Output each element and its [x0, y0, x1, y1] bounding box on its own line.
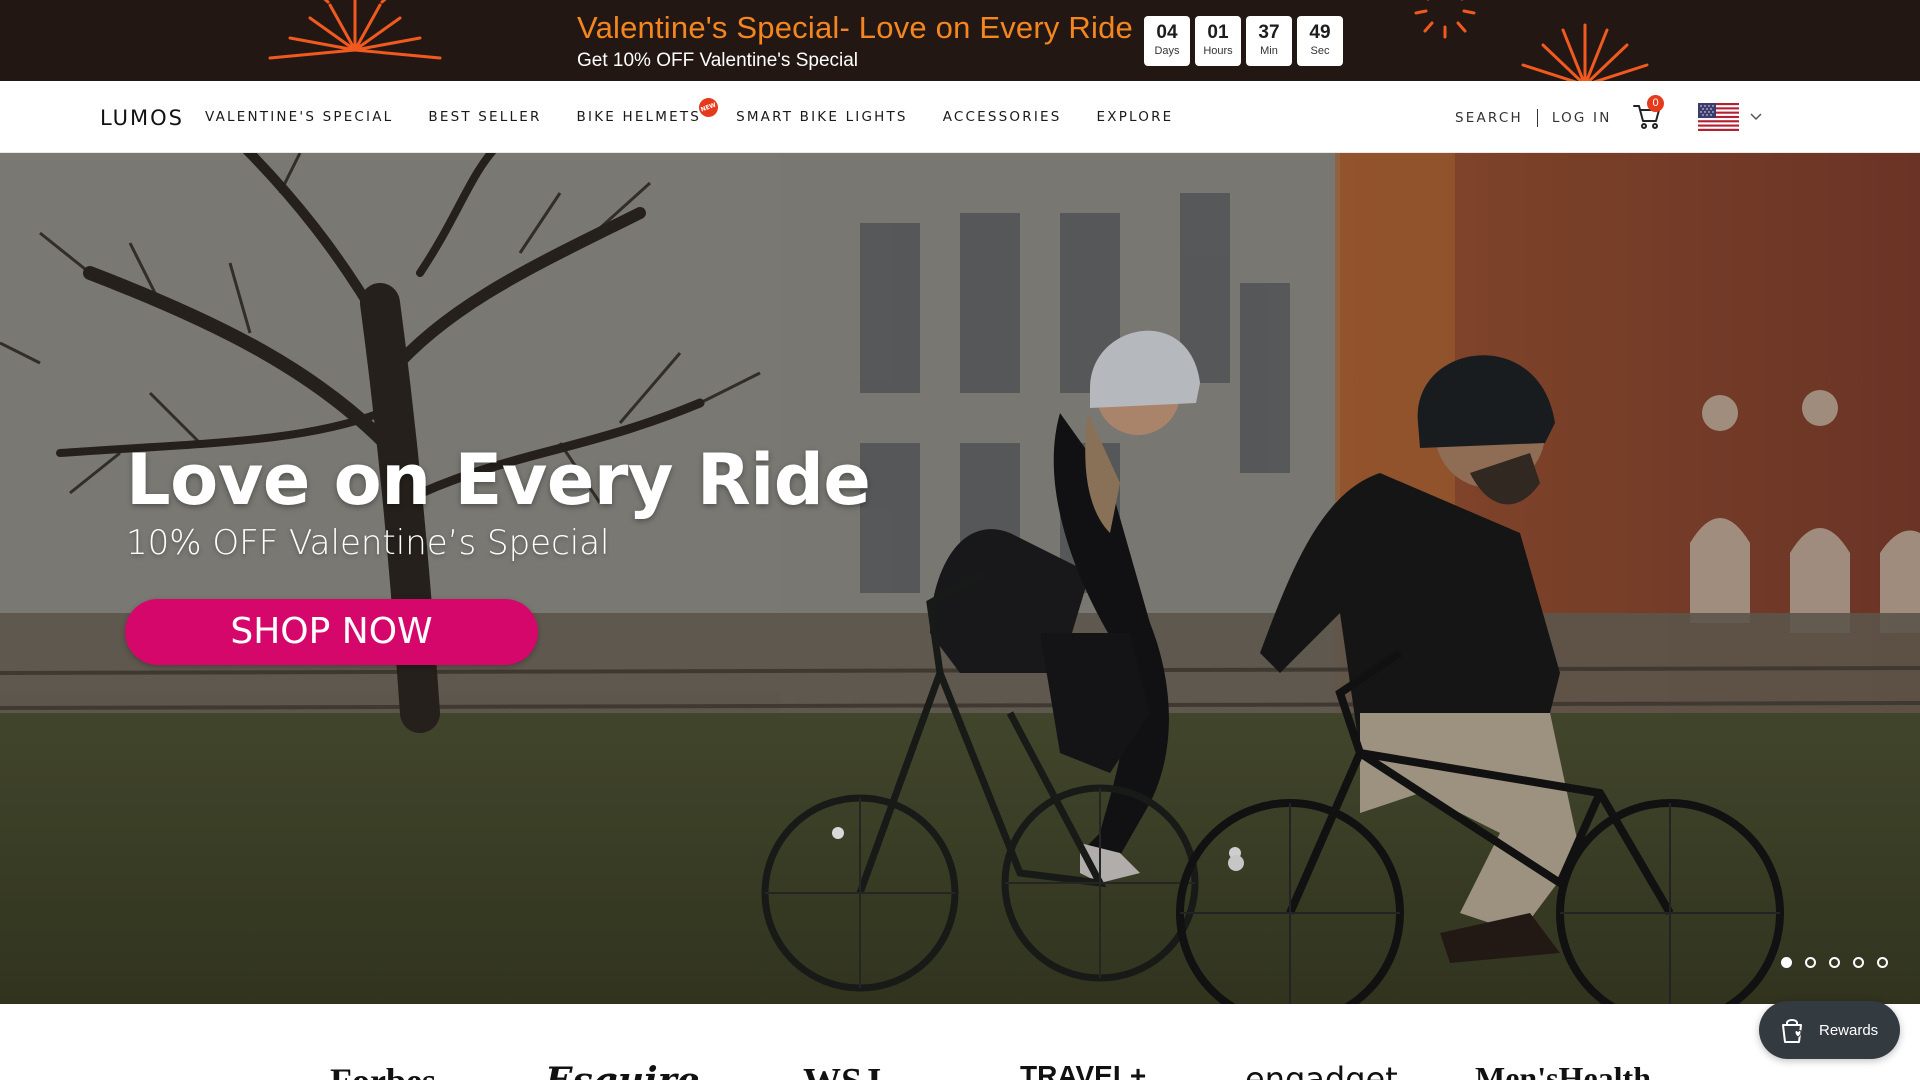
firework-left-icon: [268, 0, 442, 60]
press-logo-mens-health: Men'sHealth: [1475, 1060, 1651, 1080]
nav-accessories[interactable]: ACCESSORIES: [943, 109, 1062, 125]
nav-explore[interactable]: EXPLORE: [1097, 109, 1174, 125]
header-divider: [1536, 109, 1538, 127]
hero-subtitle: 10% OFF Valentine’s Special: [126, 523, 610, 563]
slide-dot-4[interactable]: [1853, 957, 1864, 968]
promo-subtitle[interactable]: Get 10% OFF Valentine's Special: [577, 50, 1133, 72]
rewards-label: Rewards: [1819, 1021, 1879, 1039]
countdown-seconds-unit: Sec: [1310, 45, 1330, 57]
nav-smart-bike-lights[interactable]: SMART BIKE LIGHTS: [736, 109, 908, 125]
countdown-hours: 01 Hours: [1195, 16, 1241, 66]
hero-banner[interactable]: Love on Every Ride 10% OFF Valentine’s S…: [0, 153, 1920, 1004]
firework-right-small-icon: [1414, 0, 1476, 39]
nav-best-seller[interactable]: BEST SELLER: [428, 109, 541, 125]
countdown-days-value: 04: [1156, 22, 1178, 43]
slide-dot-1[interactable]: [1781, 957, 1792, 968]
press-logo-travel-leisure: TRAVEL+: [1020, 1060, 1147, 1080]
countdown-hours-value: 01: [1207, 22, 1229, 43]
shop-now-button[interactable]: SHOP NOW: [125, 599, 538, 665]
slide-dot-3[interactable]: [1829, 957, 1840, 968]
nav-bike-helmets[interactable]: BIKE HELMETS NEW: [576, 95, 721, 125]
site-logo[interactable]: LUMOS: [100, 106, 184, 130]
shopping-bag-heart-icon: [1782, 1019, 1802, 1043]
press-logo-forbes: Forbes: [330, 1060, 436, 1080]
nav-bike-helmets-label: BIKE HELMETS: [576, 109, 702, 125]
promo-title[interactable]: Valentine's Special- Love on Every Ride: [577, 10, 1133, 46]
hero-photo-cyclists: [0, 153, 1920, 1004]
slide-dot-5[interactable]: [1877, 957, 1888, 968]
hero-title: Love on Every Ride: [126, 439, 871, 521]
press-logo-engadget: engadget: [1245, 1060, 1398, 1080]
countdown-days-unit: Days: [1154, 45, 1180, 57]
site-header: LUMOS VALENTINE'S SPECIAL BEST SELLER BI…: [0, 81, 1920, 153]
countdown-hours-unit: Hours: [1203, 45, 1233, 57]
promo-text[interactable]: Valentine's Special- Love on Every Ride …: [577, 10, 1133, 72]
slide-dot-2[interactable]: [1805, 957, 1816, 968]
countdown-seconds-value: 49: [1309, 22, 1331, 43]
countdown-minutes: 37 Min: [1246, 16, 1292, 66]
announcement-bar: Valentine's Special- Love on Every Ride …: [0, 0, 1920, 81]
us-flag-icon[interactable]: [1698, 103, 1739, 131]
countdown-minutes-value: 37: [1258, 22, 1280, 43]
press-logo-esquire: Esquire: [545, 1060, 700, 1080]
search-link[interactable]: SEARCH: [1455, 110, 1523, 126]
countdown-days: 04 Days: [1144, 16, 1190, 66]
header-actions: SEARCH LOG IN: [1455, 109, 1612, 127]
press-logos-strip: Forbes Esquire WSJ TRAVEL+ engadget Men'…: [0, 1004, 1920, 1080]
chevron-down-icon[interactable]: [1750, 111, 1762, 121]
nav-valentines-special[interactable]: VALENTINE'S SPECIAL: [205, 109, 393, 125]
countdown-minutes-unit: Min: [1260, 45, 1278, 57]
press-logo-wsj: WSJ: [803, 1060, 881, 1080]
main-nav: VALENTINE'S SPECIAL BEST SELLER BIKE HEL…: [205, 95, 1208, 125]
slider-dots: [1781, 957, 1888, 968]
rewards-button[interactable]: Rewards: [1759, 1001, 1900, 1059]
countdown-seconds: 49 Sec: [1297, 16, 1343, 66]
login-link[interactable]: LOG IN: [1552, 110, 1612, 126]
firework-right-icon: [1521, 23, 1649, 81]
cart-count-badge: 0: [1647, 95, 1664, 112]
countdown-timer: 04 Days 01 Hours 37 Min 49 Sec: [1144, 16, 1343, 66]
